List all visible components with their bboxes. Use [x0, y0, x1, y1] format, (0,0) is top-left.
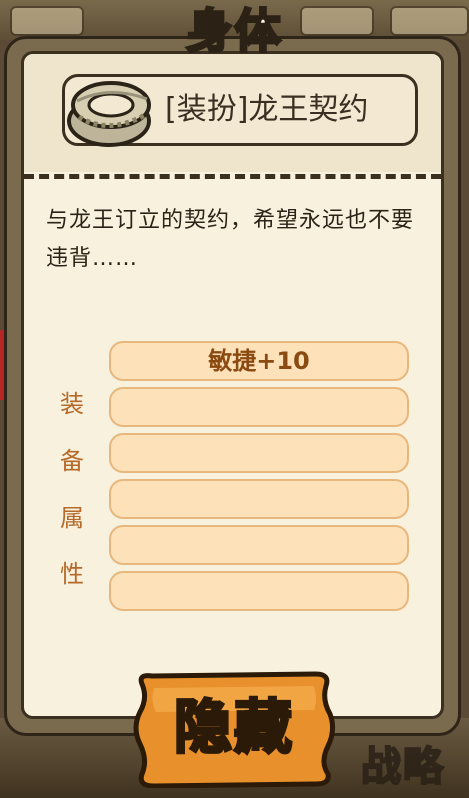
attribute-slot [109, 433, 409, 473]
panel-paper: [装扮]龙王契约 与龙王订立的契约，希望永远也不要违背…… 装 备 属 性 敏捷… [21, 51, 444, 719]
panel-title: 身体 [185, 3, 283, 60]
equipment-detail-panel: [装扮]龙王契约 与龙王订立的契约，希望永远也不要违背…… 装 备 属 性 敏捷… [4, 36, 461, 736]
hide-button[interactable]: 隐藏 [132, 670, 336, 789]
item-description: 与龙王订立的契约，希望永远也不要违背…… [46, 208, 415, 271]
background-bottom-text: 战略 [360, 743, 445, 791]
attributes-label-char: 性 [60, 560, 84, 588]
attribute-slot [109, 571, 409, 611]
attribute-slot: 敏捷+10 [109, 341, 409, 381]
attributes-label-char: 备 [60, 447, 84, 475]
item-name-plate: [装扮]龙王契约 [62, 74, 418, 147]
item-name: [装扮]龙王契约 [165, 92, 369, 127]
attribute-slot [109, 479, 409, 519]
divider [24, 174, 441, 179]
item-header: [装扮]龙王契约 [24, 54, 441, 172]
hide-button-label: 隐藏 [172, 692, 294, 763]
ring-bracelet-icon [67, 81, 151, 147]
attributes-label-char: 属 [60, 504, 84, 532]
attribute-slot [109, 525, 409, 565]
attributes-label-char: 装 [60, 390, 84, 418]
attribute-slot [109, 387, 409, 427]
